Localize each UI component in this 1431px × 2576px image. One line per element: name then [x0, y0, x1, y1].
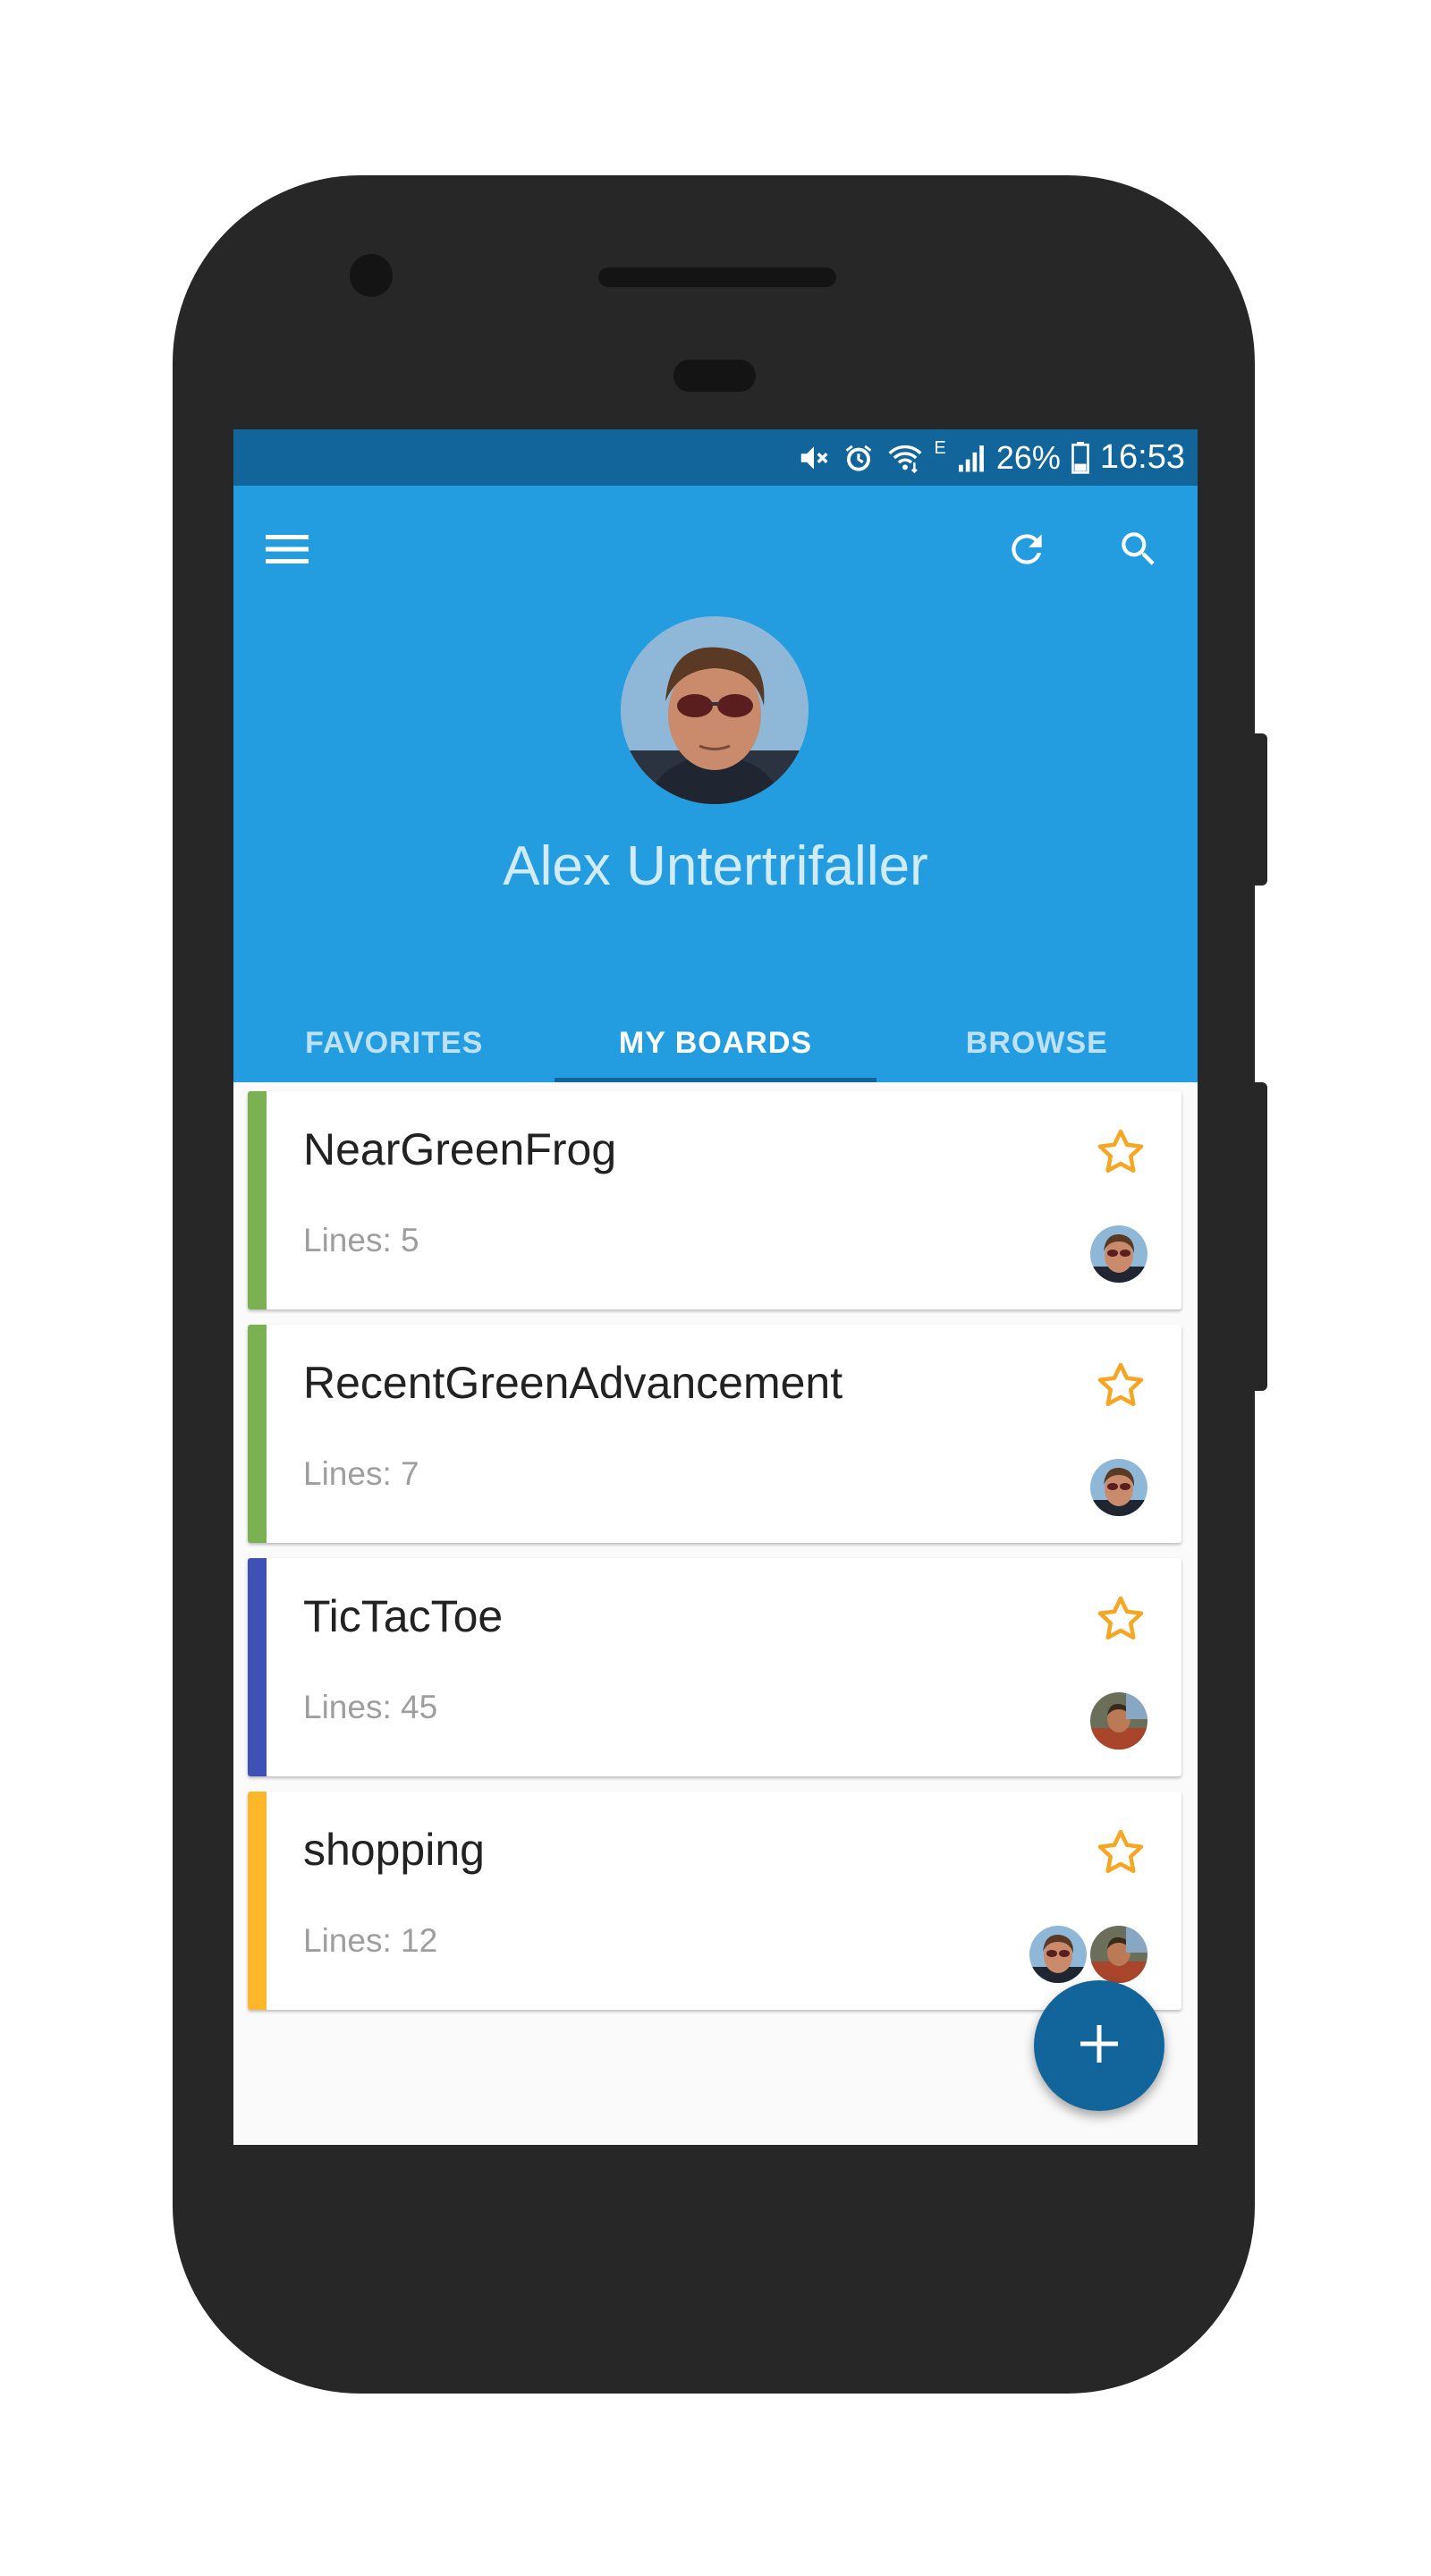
mute-icon: [797, 441, 831, 475]
board-members: [1026, 1926, 1147, 1983]
member-avatar: [1090, 1926, 1147, 1983]
tab-favorites[interactable]: FAVORITES: [233, 1004, 555, 1082]
refresh-button[interactable]: [991, 515, 1063, 587]
search-button[interactable]: [1103, 515, 1174, 587]
favorite-star-icon[interactable]: [1094, 1359, 1147, 1412]
board-color-stripe: [248, 1792, 267, 2010]
hamburger-menu-icon: [266, 533, 309, 570]
board-lines-count: Lines: 12: [303, 1922, 438, 1959]
signal-icon: [957, 443, 986, 473]
menu-button[interactable]: [251, 515, 323, 587]
profile-header: Alex Untertrifaller FAVORITES MY BOARDS …: [233, 486, 1198, 1082]
board-color-stripe: [248, 1558, 267, 1776]
board-color-stripe: [248, 1091, 267, 1309]
tab-bar: FAVORITES MY BOARDS BROWSE: [233, 1004, 1198, 1082]
board-lines-count: Lines: 5: [303, 1222, 419, 1258]
profile-name: Alex Untertrifaller: [503, 835, 928, 897]
earpiece-speaker: [598, 267, 836, 287]
app-screen: E 26% 16:53 Alex Untertrifaller FAVORITE…: [233, 429, 1198, 2145]
add-board-button[interactable]: [1034, 1980, 1164, 2111]
board-title: NearGreenFrog: [303, 1124, 617, 1174]
volume-button: [1255, 733, 1267, 886]
member-avatar: [1090, 1459, 1147, 1516]
battery-icon: [1071, 441, 1089, 474]
active-tab-indicator: [555, 1078, 876, 1082]
board-members: [1087, 1692, 1147, 1750]
board-title: RecentGreenAdvancement: [303, 1358, 843, 1408]
favorite-star-icon[interactable]: [1094, 1826, 1147, 1879]
board-members: [1087, 1225, 1147, 1283]
board-lines-count: Lines: 45: [303, 1689, 438, 1725]
network-type: E: [934, 438, 946, 458]
board-card[interactable]: NearGreenFrog Lines: 5: [248, 1091, 1181, 1309]
tab-label: BROWSE: [965, 1026, 1108, 1060]
board-members: [1087, 1459, 1147, 1516]
clock: 16:53: [1099, 438, 1185, 476]
tab-my-boards[interactable]: MY BOARDS: [555, 1004, 876, 1082]
favorite-star-icon[interactable]: [1094, 1125, 1147, 1179]
favorite-star-icon[interactable]: [1094, 1592, 1147, 1646]
status-bar: E 26% 16:53: [233, 429, 1198, 486]
board-title: TicTacToe: [303, 1591, 504, 1641]
board-card[interactable]: RecentGreenAdvancement Lines: 7: [248, 1325, 1181, 1543]
proximity-sensor: [673, 360, 756, 392]
board-title: shopping: [303, 1825, 485, 1875]
battery-percent: 26%: [995, 438, 1061, 476]
board-lines-count: Lines: 7: [303, 1455, 419, 1492]
plus-icon: [1079, 2023, 1120, 2069]
board-card[interactable]: TicTacToe Lines: 45: [248, 1558, 1181, 1776]
front-camera: [350, 254, 393, 297]
refresh-icon: [1004, 527, 1049, 576]
power-button: [1255, 1082, 1267, 1391]
member-avatar: [1029, 1926, 1087, 1983]
wifi-icon: [886, 441, 924, 475]
tab-label: FAVORITES: [305, 1026, 484, 1060]
board-color-stripe: [248, 1325, 267, 1543]
tab-label: MY BOARDS: [618, 1026, 813, 1060]
member-avatar: [1090, 1225, 1147, 1283]
search-icon: [1116, 527, 1161, 576]
profile-avatar[interactable]: [621, 616, 809, 804]
alarm-icon: [842, 441, 876, 475]
member-avatar: [1090, 1692, 1147, 1750]
board-card[interactable]: shopping Lines: 12: [248, 1792, 1181, 2010]
tab-browse[interactable]: BROWSE: [876, 1004, 1198, 1082]
